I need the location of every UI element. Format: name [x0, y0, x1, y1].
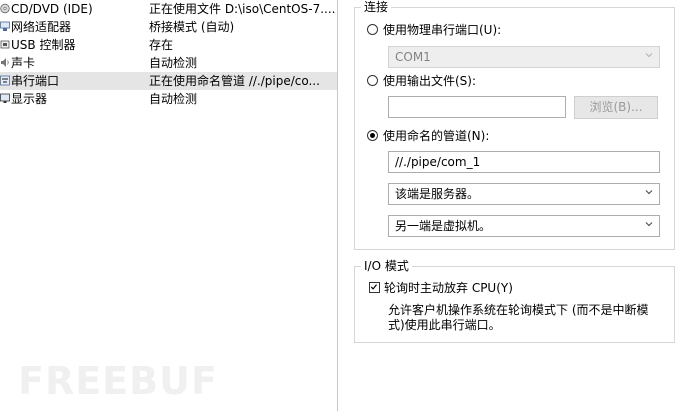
hardware-summary: 存在 [149, 38, 174, 52]
output-file-radio[interactable] [367, 75, 378, 86]
named-pipe-value: //./pipe/com_1 [395, 155, 481, 169]
hardware-list: CD/DVD (IDE) 正在使用文件 D:\iso\CentOS-7.... … [0, 0, 337, 411]
network-adapter-icon [0, 21, 10, 31]
hardware-name: 声卡 [11, 56, 36, 70]
hardware-summary: 正在使用文件 D:\iso\CentOS-7.... [149, 2, 335, 16]
hardware-row-usb-controller[interactable]: USB 控制器 存在 [0, 36, 337, 54]
panel-divider [337, 0, 338, 411]
checkmark-icon [370, 284, 377, 290]
hardware-summary: 自动检测 [149, 92, 198, 106]
named-pipe-radio[interactable] [367, 130, 378, 141]
chevron-down-icon [645, 53, 653, 58]
io-mode-description-line1: 允许客户机操作系统在轮询模式下 (而不是中断模 [388, 303, 649, 317]
hardware-name: 显示器 [11, 92, 48, 106]
yield-cpu-checkbox[interactable] [369, 282, 380, 293]
output-file-input[interactable] [388, 96, 566, 118]
hardware-row-display[interactable]: 显示器 自动检测 [0, 90, 337, 108]
connection-legend: 连接 [364, 0, 389, 14]
hardware-summary: 自动检测 [149, 56, 198, 70]
hardware-name: CD/DVD (IDE) [11, 2, 93, 16]
freebuf-watermark: FREEBUF [18, 359, 218, 403]
serial-port-icon [0, 75, 10, 86]
hardware-summary: 桥接模式 (自动) [149, 20, 235, 34]
cd-dvd-icon [0, 3, 10, 14]
hardware-row-network-adapter[interactable]: 网络适配器 桥接模式 (自动) [0, 18, 337, 36]
physical-port-value: COM1 [395, 50, 431, 64]
other-end-select[interactable]: 另一端是虚拟机。 [388, 215, 660, 237]
output-file-label: 使用输出文件(S): [383, 74, 477, 88]
sound-card-icon [1, 58, 9, 67]
named-pipe-label: 使用命名的管道(N): [383, 129, 490, 143]
io-mode-legend: I/O 模式 [364, 259, 409, 273]
physical-port-label: 使用物理串行端口(U): [383, 23, 502, 37]
other-end-value: 另一端是虚拟机。 [395, 219, 492, 233]
physical-port-select[interactable]: COM1 [388, 46, 660, 68]
hardware-name: USB 控制器 [11, 38, 76, 52]
display-icon [0, 93, 10, 103]
hardware-name: 网络适配器 [11, 20, 72, 34]
hardware-row-serial-port[interactable]: 串行端口 正在使用命名管道 //./pipe/co... [0, 72, 337, 90]
yield-cpu-label[interactable]: 轮询时主动放弃 CPU(Y) [384, 280, 513, 296]
end-role-select[interactable]: 该端是服务器。 [388, 183, 660, 205]
hardware-row-sound-card[interactable]: 声卡 自动检测 [0, 54, 337, 72]
hardware-row-cd-dvd[interactable]: CD/DVD (IDE) 正在使用文件 D:\iso\CentOS-7.... [0, 0, 337, 18]
hardware-summary: 正在使用命名管道 //./pipe/co... [149, 74, 320, 88]
named-pipe-input[interactable]: //./pipe/com_1 [388, 151, 660, 173]
io-mode-description-line2: 式)使用此串行端口。 [388, 318, 501, 332]
physical-port-radio[interactable] [367, 24, 378, 35]
browse-button[interactable]: 浏览(B)... [574, 96, 658, 119]
end-role-value: 该端是服务器。 [395, 187, 480, 201]
chevron-down-icon [645, 222, 653, 227]
chevron-down-icon [645, 190, 653, 195]
usb-controller-icon [0, 40, 10, 49]
hardware-name: 串行端口 [11, 74, 60, 88]
